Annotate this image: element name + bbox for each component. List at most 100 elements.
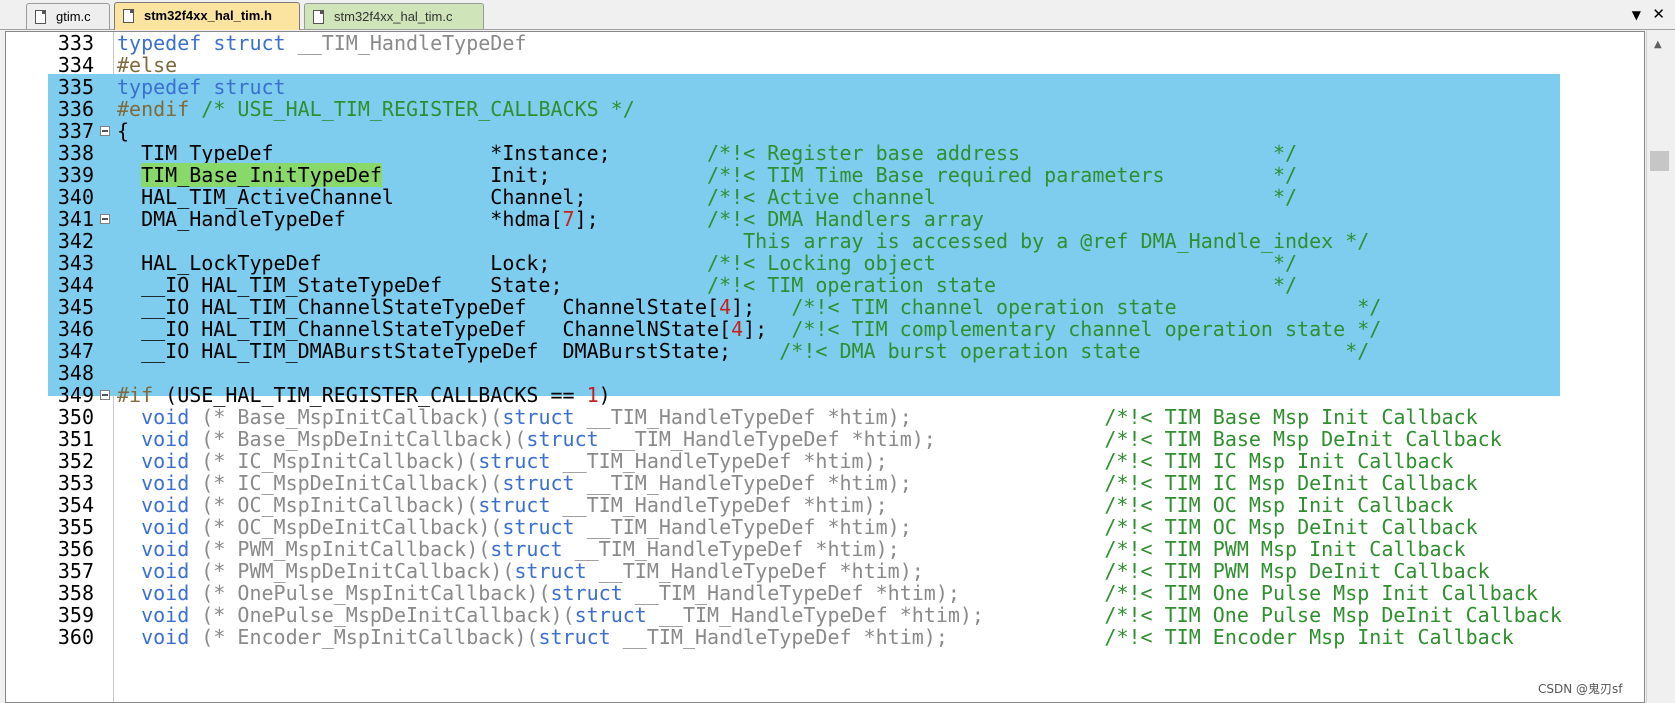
- code-line: HAL_TIM_ActiveChannel Channel; /*!< Acti…: [117, 186, 1297, 208]
- code-token: void: [141, 405, 190, 429]
- code-token: /* USE_HAL_TIM_REGISTER_CALLBACKS */: [189, 97, 635, 121]
- line-number: 358: [57, 581, 94, 605]
- line-number: 337: [57, 119, 94, 143]
- line-number: 360: [57, 625, 94, 649]
- code-line: void (* OnePulse_MspDeInitCallback)(stru…: [117, 604, 1562, 626]
- code-token: This array is accessed by a @ref DMA_Han…: [743, 229, 1370, 253]
- code-token: /*!< Locking object */: [707, 251, 1298, 275]
- code-token: struct: [502, 515, 575, 539]
- code-token: __TIM_HandleTypeDef *htim);: [598, 427, 936, 451]
- code-line: void (* Base_MspInitCallback)(struct __T…: [117, 406, 1478, 428]
- code-token: (* Base_MspDeInitCallback)(: [189, 427, 527, 451]
- code-token: #if: [117, 383, 154, 407]
- line-number: 334: [57, 53, 94, 77]
- scroll-up-icon[interactable]: ▲: [1654, 39, 1662, 50]
- code-token: /*!< TIM One Pulse Msp Init Callback: [959, 581, 1538, 605]
- code-token: typedef: [117, 75, 202, 99]
- code-token: 1: [586, 383, 599, 407]
- code-line: __IO HAL_TIM_ChannelStateTypeDef Channel…: [117, 318, 1381, 340]
- code-token: void: [141, 537, 190, 561]
- code-token: __TIM_HandleTypeDef *htim);: [550, 493, 888, 517]
- line-number: 350: [57, 405, 94, 429]
- code-line: void (* OC_MspDeInitCallback)(struct __T…: [117, 516, 1478, 538]
- code-token: __TIM_HandleTypeDef *htim);: [610, 625, 948, 649]
- chevron-down-icon[interactable]: ▼: [1632, 8, 1641, 22]
- code-line: TIM_Base_InitTypeDef Init; /*!< TIM Time…: [117, 163, 1297, 187]
- line-number: 347: [57, 339, 94, 363]
- fold-toggle-icon[interactable]: [100, 390, 110, 400]
- code-line: void (* PWM_MspDeInitCallback)(struct __…: [117, 560, 1490, 582]
- code-token: /*!< TIM One Pulse Msp DeInit Callback: [983, 603, 1562, 627]
- code-token: DMA_HandleTypeDef *hdma[: [117, 207, 563, 231]
- file-icon: [35, 10, 46, 24]
- code-line: #endif /* USE_HAL_TIM_REGISTER_CALLBACKS…: [117, 98, 635, 120]
- code-token: ): [598, 383, 611, 407]
- code-token: void: [141, 427, 190, 451]
- code-token: __TIM_HandleTypeDef *htim);: [586, 559, 924, 583]
- code-token: (* Encoder_MspInitCallback)(: [189, 625, 539, 649]
- line-number: 359: [57, 603, 94, 627]
- code-token: __IO HAL_TIM_ChannelStateTypeDef Channel…: [117, 295, 720, 319]
- close-icon[interactable]: ✕: [1652, 5, 1665, 23]
- code-token: struct: [502, 405, 575, 429]
- code-token: /*!< DMA burst operation state */: [779, 339, 1370, 363]
- code-token: struct: [213, 31, 286, 55]
- code-token: (* PWM_MspInitCallback)(: [189, 537, 491, 561]
- code-token: 4: [719, 295, 732, 319]
- code-token: void: [141, 515, 190, 539]
- watermark: CSDN @鬼刃sf: [1535, 680, 1626, 697]
- code-line: DMA_HandleTypeDef *hdma[7]; /*!< DMA Han…: [117, 208, 984, 230]
- code-line: void (* PWM_MspInitCallback)(struct __TI…: [117, 538, 1466, 560]
- code-token: struct: [550, 581, 623, 605]
- code-token: /*!< Register base address */: [707, 141, 1298, 165]
- code-token: void: [141, 471, 190, 495]
- tab-label: gtim.c: [56, 9, 91, 24]
- tab-bar: gtim.c stm32f4xx_hal_tim.h stm32f4xx_hal…: [0, 0, 1675, 30]
- code-token: void: [141, 559, 190, 583]
- file-icon: [313, 10, 324, 24]
- code-token: struct: [478, 493, 551, 517]
- line-number: 344: [57, 273, 94, 297]
- code-token: __IO HAL_TIM_StateTypeDef State;: [117, 273, 708, 297]
- line-number: 352: [57, 449, 94, 473]
- tab-stm32f4xx-hal-tim-c[interactable]: stm32f4xx_hal_tim.c: [304, 3, 484, 29]
- tab-stm32f4xx-hal-tim-h[interactable]: stm32f4xx_hal_tim.h: [114, 2, 300, 30]
- line-number: 338: [57, 141, 94, 165]
- code-token: void: [141, 449, 190, 473]
- code-token: (* IC_MspInitCallback)(: [189, 449, 479, 473]
- scrollbar-thumb[interactable]: [1650, 151, 1669, 171]
- code-token: /*!< TIM Base Msp DeInit Callback: [935, 427, 1502, 451]
- line-number: 342: [57, 229, 94, 253]
- code-token: /*!< TIM PWM Msp DeInit Callback: [923, 559, 1490, 583]
- code-token: struct: [213, 75, 286, 99]
- line-number: 345: [57, 295, 94, 319]
- code-token: /*!< TIM OC Msp DeInit Callback: [911, 515, 1478, 539]
- tab-gtim-c[interactable]: gtim.c: [26, 3, 110, 29]
- code-line: __IO HAL_TIM_DMABurstStateTypeDef DMABur…: [117, 340, 1369, 362]
- code-token: /*!< TIM Encoder Msp Init Callback: [947, 625, 1514, 649]
- code-token: /*!< TIM complementary channel operation…: [791, 317, 1382, 341]
- fold-toggle-icon[interactable]: [100, 126, 110, 136]
- vertical-scrollbar[interactable]: ▲: [1646, 31, 1675, 703]
- code-token: /*!< TIM OC Msp Init Callback: [887, 493, 1454, 517]
- code-editor[interactable]: 333 typedef struct __TIM_HandleTypeDef 334…: [5, 31, 1645, 703]
- code-token: typedef: [117, 31, 202, 55]
- code-token: (USE_HAL_TIM_REGISTER_CALLBACKS ==: [153, 383, 587, 407]
- file-icon: [123, 9, 134, 23]
- code-token: 4: [731, 317, 744, 341]
- code-token: struct: [490, 537, 563, 561]
- tab-label: stm32f4xx_hal_tim.h: [144, 8, 272, 23]
- line-number: 349: [57, 383, 94, 407]
- fold-toggle-icon[interactable]: [100, 214, 110, 224]
- code-token: struct: [526, 427, 599, 451]
